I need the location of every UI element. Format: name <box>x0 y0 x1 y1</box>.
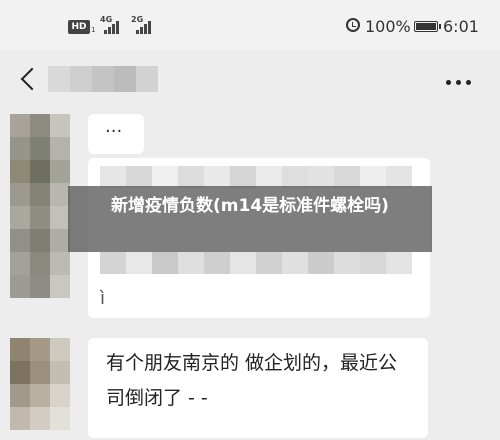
pixelated-message-row <box>100 252 412 274</box>
avatar[interactable] <box>10 338 70 430</box>
hd-sub-label: 1 <box>91 26 96 34</box>
message-text-fragment: ì <box>100 288 106 309</box>
more-dots-icon[interactable] <box>440 72 476 92</box>
status-time: 6:01 <box>443 17 479 36</box>
status-bar: HD 1 4G 2G 100% 6:01 <box>0 0 500 50</box>
message-text: 有个朋友南京的 做企划的，最近公司倒闭了 - - <box>106 352 398 409</box>
battery-icon <box>414 21 441 32</box>
hd-badge: HD <box>68 20 90 34</box>
chat-title-pixelated <box>48 66 158 92</box>
alarm-clock-icon <box>346 18 360 32</box>
pixelated-message-row <box>100 166 412 188</box>
avatar[interactable] <box>10 114 70 298</box>
signal-bars-icon <box>136 20 151 34</box>
message-text: ... <box>105 116 123 137</box>
battery-percent: 100% <box>365 17 411 36</box>
signal-bars-icon <box>104 20 119 34</box>
caption-overlay: 新增疫情负数(m14是标准件螺栓吗) <box>68 186 432 252</box>
chevron-left-icon[interactable] <box>14 64 44 96</box>
